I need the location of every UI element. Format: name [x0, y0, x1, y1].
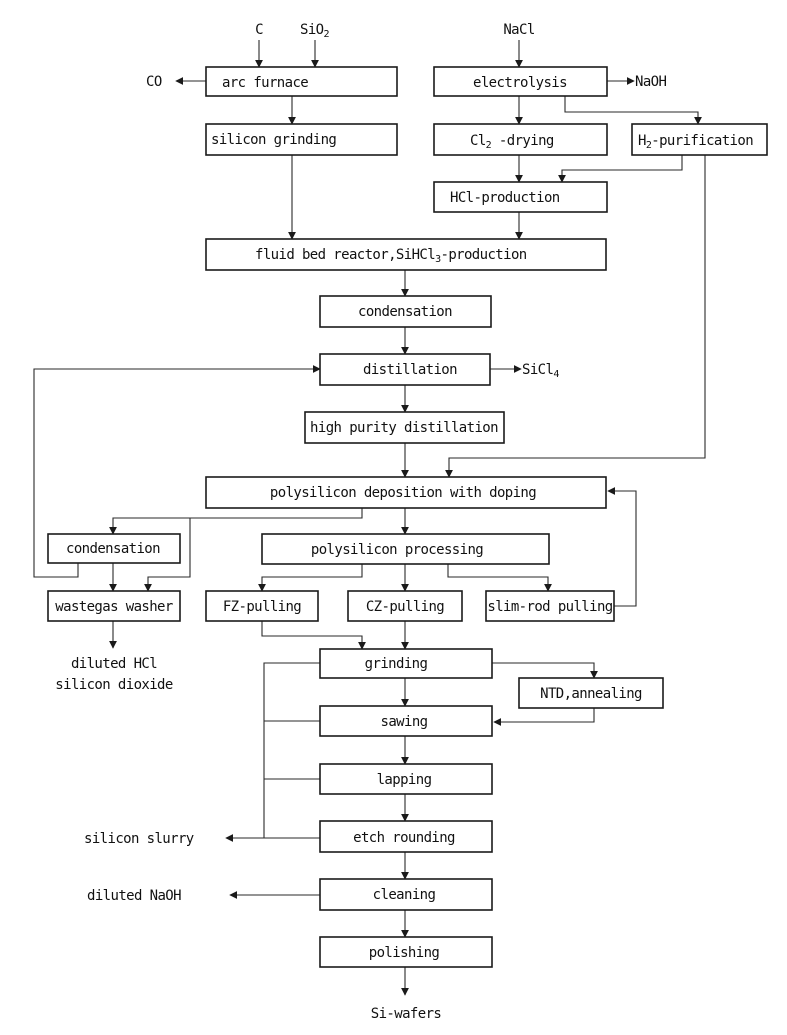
- box-polysilicon-deposition[interactable]: polysilicon deposition with doping: [205, 476, 607, 509]
- box-label: NTD,annealing: [540, 686, 642, 702]
- output-naoh: NaOH: [635, 74, 666, 90]
- output-sicl4: SiCl4: [522, 362, 559, 380]
- box-label: wastegas washer: [55, 599, 173, 615]
- box-label: condensation: [66, 541, 160, 557]
- box-slim-rod-pulling[interactable]: slim-rod pulling: [485, 590, 615, 622]
- box-label: silicon grinding: [211, 132, 336, 148]
- box-polishing[interactable]: polishing: [319, 936, 493, 968]
- box-label: etch rounding: [353, 830, 455, 846]
- box-label: arc furnace: [222, 75, 308, 91]
- box-high-purity-distillation[interactable]: high purity distillation: [304, 411, 505, 444]
- box-label: FZ-pulling: [223, 599, 301, 615]
- arrow-h2-to-hcl: [558, 155, 683, 183]
- box-label: fluid bed reactor,SiHCl3-production: [255, 247, 527, 265]
- input-silica: SiO2: [300, 22, 330, 40]
- box-fluid-bed-reactor[interactable]: fluid bed reactor,SiHCl3-production: [205, 238, 607, 271]
- arrow-deposition-to-condensation2: [109, 508, 363, 535]
- process-flow-diagram: arc furnace electrolysis silicon grindin…: [33, 22, 768, 1022]
- box-label: polysilicon processing: [311, 542, 483, 558]
- box-cleaning[interactable]: cleaning: [319, 878, 493, 911]
- box-condensation[interactable]: condensation: [319, 295, 492, 328]
- box-label: electrolysis: [473, 75, 567, 91]
- output-co: CO: [146, 74, 162, 90]
- slurry-collector-line: [263, 662, 320, 838]
- box-cl2-drying[interactable]: Cl2 -drying: [433, 123, 608, 156]
- box-label: cleaning: [373, 887, 436, 903]
- arrow-grinding-to-ntd: [492, 662, 598, 679]
- box-cz-pulling[interactable]: CZ-pulling: [347, 590, 463, 622]
- box-fz-pulling[interactable]: FZ-pulling: [205, 590, 319, 622]
- box-ntd-annealing[interactable]: NTD,annealing: [518, 677, 664, 709]
- box-label: condensation: [358, 304, 452, 320]
- box-label: Cl2 -drying: [470, 133, 554, 151]
- output-silicon-slurry: silicon slurry: [84, 831, 194, 847]
- box-arc-furnace[interactable]: arc furnace: [205, 66, 398, 97]
- box-electrolysis[interactable]: electrolysis: [433, 66, 608, 97]
- output-diluted-hcl: diluted HCl: [71, 656, 157, 672]
- box-hcl-production[interactable]: HCl-production: [433, 181, 608, 213]
- box-label: lapping: [377, 772, 432, 788]
- box-label: polysilicon deposition with doping: [270, 485, 536, 501]
- box-condensation-2[interactable]: condensation: [47, 533, 181, 564]
- box-label: distillation: [363, 362, 457, 378]
- input-carbon: C: [255, 22, 263, 38]
- box-etch-rounding[interactable]: etch rounding: [319, 820, 493, 853]
- arrow-processing-to-slim: [447, 564, 552, 592]
- output-silicon-dioxide: silicon dioxide: [55, 677, 173, 693]
- output-si-wafers: Si-wafers: [371, 1006, 442, 1022]
- arrow-slim-to-deposition: [607, 487, 637, 607]
- box-silicon-grinding[interactable]: silicon grinding: [205, 123, 398, 156]
- box-label: slim-rod pulling: [487, 599, 612, 615]
- box-label: HCl-production: [450, 190, 560, 206]
- box-polysilicon-processing[interactable]: polysilicon processing: [261, 533, 550, 565]
- arrow-ntd-to-sawing: [493, 708, 595, 726]
- box-lapping[interactable]: lapping: [319, 763, 493, 795]
- output-diluted-naoh: diluted NaOH: [87, 888, 181, 904]
- box-wastegas-washer[interactable]: wastegas washer: [47, 590, 181, 622]
- box-sawing[interactable]: sawing: [319, 705, 493, 737]
- arrow-electrolysis-to-h2: [564, 96, 702, 125]
- box-label: sawing: [381, 714, 428, 730]
- box-label: polishing: [369, 945, 440, 961]
- box-label: H2-purification: [638, 133, 753, 151]
- box-label: grinding: [365, 656, 428, 672]
- box-label: high purity distillation: [310, 420, 498, 436]
- box-h2-purification[interactable]: H2-purification: [631, 123, 768, 156]
- arrow-fz-to-grinding: [261, 621, 366, 650]
- box-distillation[interactable]: distillation: [319, 353, 491, 386]
- arrow-processing-to-fz: [258, 564, 363, 592]
- box-grinding[interactable]: grinding: [319, 648, 493, 679]
- input-nacl: NaCl: [503, 22, 534, 38]
- box-label: CZ-pulling: [366, 599, 444, 615]
